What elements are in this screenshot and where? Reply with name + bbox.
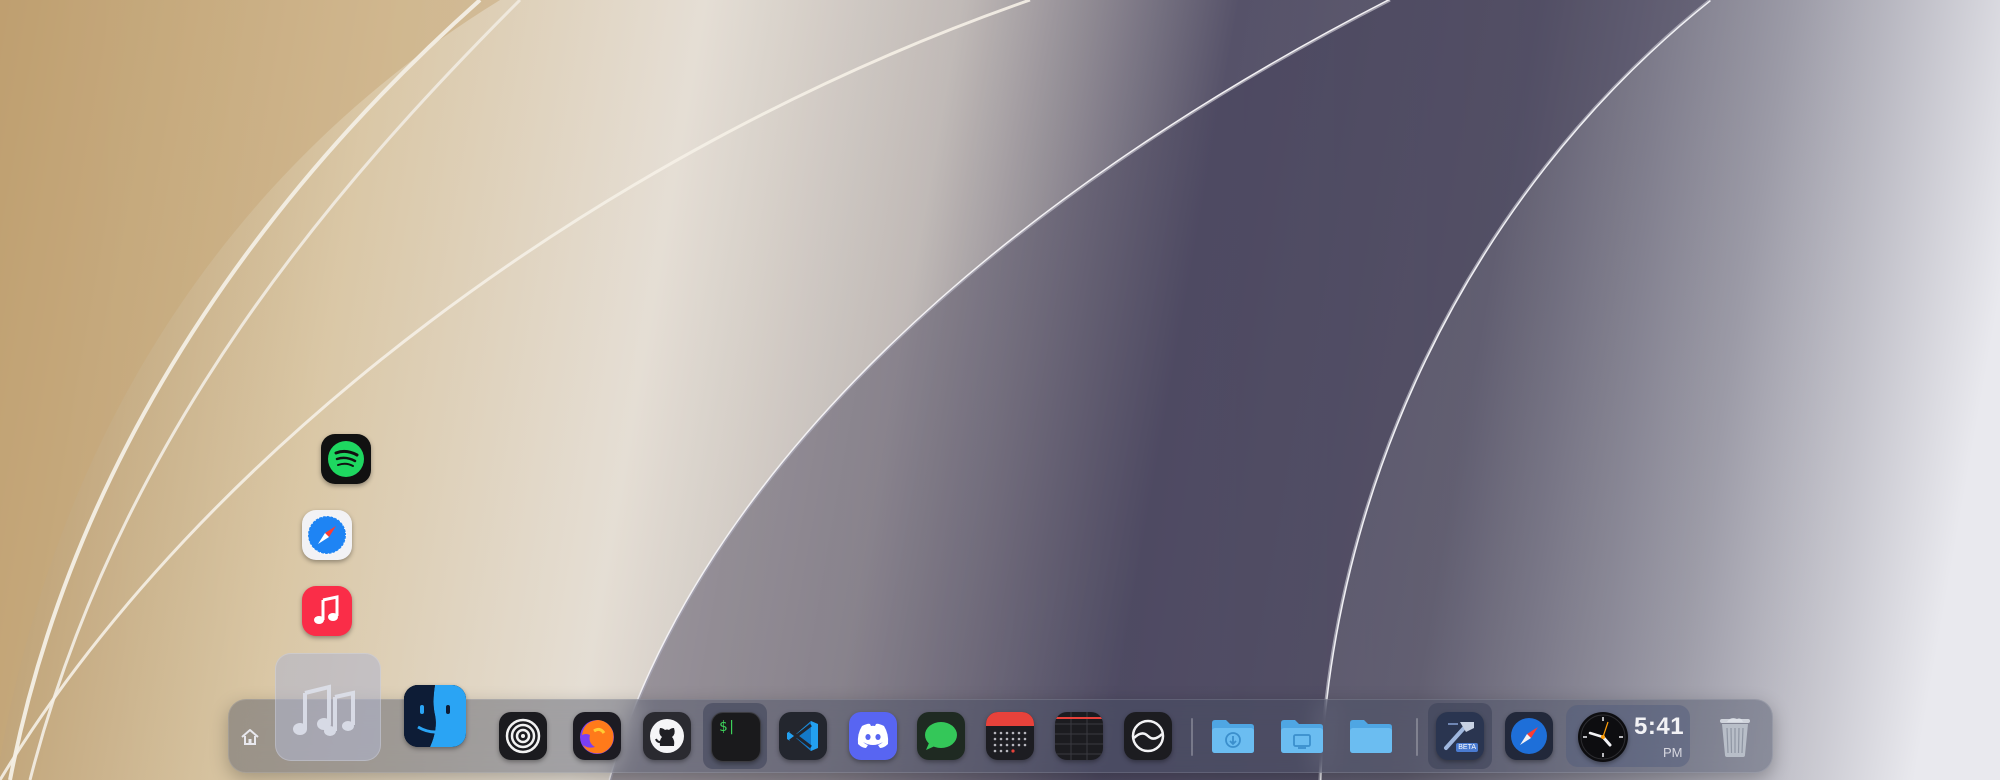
clock-ampm: PM bbox=[1663, 745, 1683, 760]
music-icon[interactable] bbox=[302, 586, 352, 636]
firefox-icon[interactable] bbox=[573, 712, 621, 760]
safari-dock-icon[interactable] bbox=[1505, 712, 1553, 760]
iina-icon[interactable] bbox=[1124, 712, 1172, 760]
safari-icon[interactable] bbox=[302, 510, 352, 560]
documents-folder-icon[interactable] bbox=[1347, 712, 1395, 760]
dock-divider-1 bbox=[1191, 718, 1193, 756]
github-desktop-icon[interactable] bbox=[643, 712, 691, 760]
dock-divider-2 bbox=[1416, 718, 1418, 756]
calendar-icon[interactable] bbox=[986, 712, 1034, 760]
terminal-prompt: $| bbox=[719, 719, 736, 735]
spiral-app-icon[interactable] bbox=[499, 712, 547, 760]
terminal-icon[interactable]: $| bbox=[711, 712, 761, 762]
clock-time: 5:41 bbox=[1634, 713, 1685, 740]
finder-icon[interactable] bbox=[404, 685, 466, 747]
vscode-icon[interactable] bbox=[779, 712, 827, 760]
discord-icon[interactable] bbox=[849, 712, 897, 760]
xcode-beta-icon[interactable]: BETA bbox=[1436, 712, 1484, 760]
downloads-folder-icon[interactable] bbox=[1209, 712, 1257, 760]
messages-icon[interactable] bbox=[917, 712, 965, 760]
trash-icon[interactable] bbox=[1711, 712, 1759, 760]
analog-clock-icon bbox=[1578, 712, 1628, 762]
desktop-folder-icon[interactable] bbox=[1278, 712, 1326, 760]
home-icon[interactable] bbox=[238, 725, 262, 749]
notes-grid-icon[interactable] bbox=[1055, 712, 1103, 760]
spotify-icon[interactable] bbox=[321, 434, 371, 484]
music-stack-icon[interactable] bbox=[275, 653, 381, 761]
beta-badge: BETA bbox=[1456, 743, 1478, 752]
